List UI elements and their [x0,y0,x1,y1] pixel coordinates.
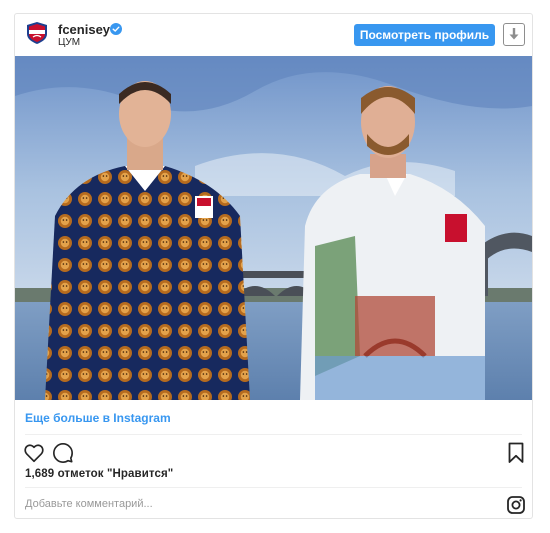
instagram-icon[interactable] [507,496,525,514]
heart-icon[interactable] [23,442,45,464]
view-profile-button[interactable]: Посмотреть профиль [354,24,495,46]
verified-badge-icon [110,23,122,35]
more-on-instagram-link[interactable]: Еще больше в Instagram [25,411,171,425]
download-arrow-icon [509,28,519,40]
username[interactable]: fcenisey [58,22,110,37]
likes-count[interactable]: 1,689 отметок "Нравится" [25,468,173,480]
post-header: fcenisey ЦУМ Посмотреть профиль [15,14,532,56]
location-label[interactable]: ЦУМ [58,37,80,48]
divider [25,434,522,435]
comment-input[interactable] [25,493,465,515]
post-photo[interactable] [15,56,532,400]
club-logo-avatar[interactable] [27,22,47,44]
divider [25,487,522,488]
instagram-embed-card: fcenisey ЦУМ Посмотреть профиль Еще боль… [14,13,533,519]
comment-icon[interactable] [52,442,74,464]
download-button[interactable] [503,23,525,46]
photo-illustration [15,56,532,400]
bookmark-icon[interactable] [508,442,524,464]
